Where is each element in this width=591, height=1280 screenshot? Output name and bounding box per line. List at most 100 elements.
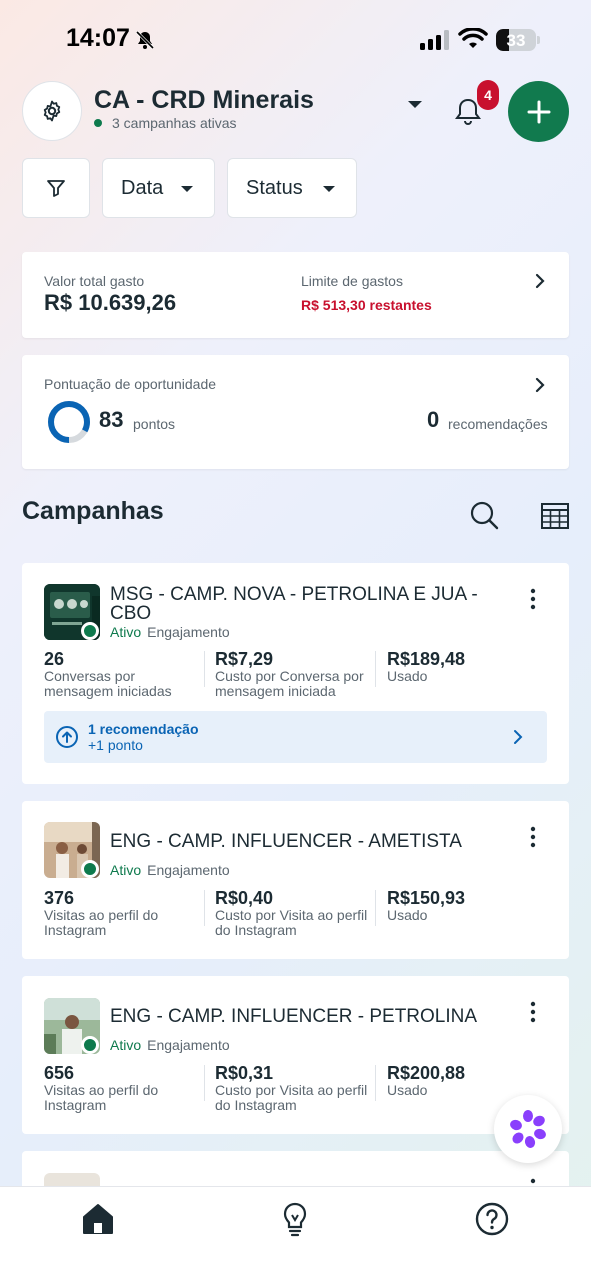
create-button[interactable] xyxy=(508,81,569,142)
opportunity-gauge xyxy=(48,401,90,443)
campaign-name: MSG - CAMP. NOVA - PETROLINA E JUA - CBO xyxy=(110,584,478,624)
account-subtitle: 3 campanhas ativas xyxy=(112,115,237,131)
notification-badge: 4 xyxy=(477,80,499,110)
campaign-objective: Engajamento xyxy=(147,1037,230,1053)
recommendations-count: 0 xyxy=(427,407,440,432)
help-icon[interactable] xyxy=(474,1201,510,1237)
metric-label: Usado xyxy=(387,668,428,684)
filter-row: Data Status xyxy=(0,158,591,218)
flower-icon xyxy=(510,1110,546,1148)
metric-value: 26 xyxy=(44,649,65,669)
status-time: 14:07 xyxy=(66,24,130,52)
chevron-right-icon[interactable] xyxy=(533,377,547,393)
home-icon[interactable] xyxy=(80,1201,116,1237)
campaign-objective: Engajamento xyxy=(147,862,230,878)
status-filter-dropdown[interactable]: Status xyxy=(227,158,357,218)
chevron-right-icon[interactable] xyxy=(533,273,547,289)
campaigns-title: Campanhas xyxy=(22,497,164,525)
metric-spent: R$200,88 Usado xyxy=(387,1063,547,1098)
campaign-name: ENG - CAMP. INFLUENCER - PETROLINA xyxy=(110,1006,478,1027)
active-status-dot xyxy=(81,622,99,640)
spend-summary-card[interactable]: Valor total gasto R$ 10.639,26 Limite de… xyxy=(22,252,569,338)
recommendation-title: 1 recomendação xyxy=(88,721,199,737)
campaign-status: Ativo xyxy=(110,1037,142,1053)
metric-results: 376 Visitas ao perfil do Instagram xyxy=(44,888,204,938)
opportunity-score-unit: pontos xyxy=(133,416,176,432)
date-filter-dropdown[interactable]: Data xyxy=(102,158,215,218)
metric-spent: R$189,48 Usado xyxy=(387,649,547,684)
search-icon[interactable] xyxy=(469,500,499,530)
account-status: 3 campanhas ativas xyxy=(94,115,237,131)
campaign-card[interactable]: MSG - CAMP. NOVA - PETROLINA E JUA - CBO… xyxy=(22,563,569,784)
metric-label: Conversas por mensagem iniciadas xyxy=(44,668,172,699)
lightbulb-icon[interactable] xyxy=(277,1201,313,1237)
campaign-status: Ativo xyxy=(110,862,142,878)
account-header: CA - CRD Minerais 3 campanhas ativas 4 xyxy=(0,78,591,148)
battery-text: 33 xyxy=(506,31,526,50)
total-spent-label: Valor total gasto xyxy=(44,273,145,289)
signal-icon xyxy=(420,30,449,50)
campaign-status-line: Ativo Engajamento xyxy=(110,862,230,878)
metric-results: 26 Conversas por mensagem iniciadas xyxy=(44,649,204,699)
metric-label: Custo por Conversa por mensagem iniciada xyxy=(215,668,364,699)
assistant-button[interactable] xyxy=(494,1095,562,1163)
funnel-icon xyxy=(47,180,65,197)
gear-icon xyxy=(43,100,61,122)
metric-label: Visitas ao perfil do Instagram xyxy=(44,1082,159,1113)
metric-label: Custo por Visita ao perfil do Instagram xyxy=(215,907,368,938)
metric-value: 376 xyxy=(44,888,75,908)
arrow-up-circle-icon xyxy=(56,726,78,748)
campaign-objective: Engajamento xyxy=(147,624,230,640)
metric-value: R$200,88 xyxy=(387,1063,466,1083)
metric-cost: R$0,31 Custo por Visita ao perfil do Ins… xyxy=(215,1063,375,1113)
campaign-status: Ativo xyxy=(110,624,142,640)
campaign-status-line: Ativo Engajamento xyxy=(110,1037,230,1053)
active-dot xyxy=(94,119,102,127)
total-spent-value: R$ 10.639,26 xyxy=(44,290,177,315)
status-filter-label: Status xyxy=(246,176,303,199)
metric-label: Usado xyxy=(387,907,428,923)
campaign-status-line: Ativo Engajamento xyxy=(110,624,230,640)
recommendations-label: recomendações xyxy=(448,416,548,432)
battery-indicator: 33 xyxy=(496,29,540,51)
metric-cost: R$7,29 Custo por Conversa por mensagem i… xyxy=(215,649,375,699)
caret-down-icon xyxy=(181,186,193,192)
opportunity-label: Pontuação de oportunidade xyxy=(44,376,217,392)
chevron-right-icon xyxy=(514,730,523,744)
metric-spent: R$150,93 Usado xyxy=(387,888,547,923)
opportunity-score-card[interactable]: Pontuação de oportunidade 83 pontos 0 re… xyxy=(22,355,569,469)
metric-cost: R$0,40 Custo por Visita ao perfil do Ins… xyxy=(215,888,375,938)
caret-down-icon xyxy=(323,186,335,192)
spend-limit-label: Limite de gastos xyxy=(301,273,403,289)
metric-value: R$7,29 xyxy=(215,649,274,669)
more-options-icon[interactable] xyxy=(525,587,541,611)
plus-icon xyxy=(527,100,550,123)
metric-label: Visitas ao perfil do Instagram xyxy=(44,907,159,938)
more-options-icon[interactable] xyxy=(525,1000,541,1024)
active-status-dot xyxy=(81,860,99,878)
active-status-dot xyxy=(81,1036,99,1054)
filter-button[interactable] xyxy=(22,158,90,218)
metric-label: Custo por Visita ao perfil do Instagram xyxy=(215,1082,368,1113)
metric-value: R$0,40 xyxy=(215,888,274,908)
settings-button[interactable] xyxy=(22,81,82,141)
caret-down-icon[interactable] xyxy=(405,98,425,112)
recommendation-points: +1 ponto xyxy=(88,737,143,753)
wifi-icon xyxy=(458,28,488,48)
account-name[interactable]: CA - CRD Minerais xyxy=(94,86,314,115)
table-view-icon[interactable] xyxy=(541,503,569,529)
opportunity-score: 83 xyxy=(99,407,124,432)
date-filter-label: Data xyxy=(121,176,164,199)
campaign-card[interactable]: ENG - CAMP. INFLUENCER - AMETISTA Ativo E… xyxy=(22,801,569,959)
metric-value: R$189,48 xyxy=(387,649,466,669)
spend-limit-remaining: R$ 513,30 restantes xyxy=(301,297,432,313)
bottom-navigation xyxy=(0,1186,591,1280)
metric-value: R$150,93 xyxy=(387,888,466,908)
metric-value: 656 xyxy=(44,1063,75,1083)
status-bar: 14:07 33 xyxy=(0,0,591,78)
metric-value: R$0,31 xyxy=(215,1063,274,1083)
campaign-card[interactable]: ENG - CAMP. INFLUENCER - PETROLINA Ativo… xyxy=(22,976,569,1134)
more-options-icon[interactable] xyxy=(525,825,541,849)
campaign-name: ENG - CAMP. INFLUENCER - AMETISTA xyxy=(110,831,462,852)
recommendation-banner[interactable]: 1 recomendação +1 ponto xyxy=(44,711,547,763)
